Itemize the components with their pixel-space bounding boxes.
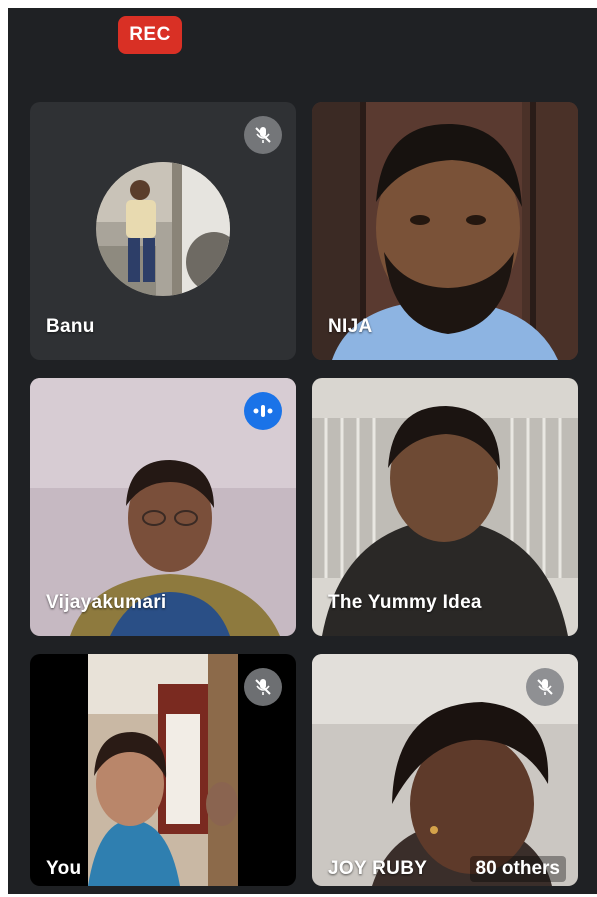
mic-off-icon <box>244 668 282 706</box>
participant-name: NIJA <box>328 316 373 337</box>
top-bar: REC <box>8 8 597 78</box>
participant-name: The Yummy Idea <box>328 592 482 613</box>
participant-tile-banu[interactable]: Banu <box>30 102 296 360</box>
participant-tile-you[interactable]: You <box>30 654 296 886</box>
participant-tile-the-yummy-idea[interactable]: The Yummy Idea <box>312 378 578 636</box>
mic-off-icon <box>244 116 282 154</box>
participant-name: You <box>46 858 82 879</box>
participant-name: Vijayakumari <box>46 592 167 613</box>
recording-badge: REC <box>118 16 182 54</box>
participant-name: Banu <box>46 316 95 337</box>
mic-off-icon <box>526 668 564 706</box>
participant-name: JOY RUBY <box>328 858 428 879</box>
audio-level-icon <box>244 392 282 430</box>
participant-tile-nija[interactable]: NIJA <box>312 102 578 360</box>
avatar-photo <box>96 162 230 296</box>
others-count[interactable]: 80 others <box>469 856 566 882</box>
avatar <box>96 162 230 296</box>
participant-tile-vijayakumari[interactable]: Vijayakumari <box>30 378 296 636</box>
meeting-window: REC Banu NIJA Vijayakumari The Yummy Ide… <box>8 8 597 894</box>
video-feed <box>88 654 238 886</box>
participant-tile-joy-ruby[interactable]: JOY RUBY 80 others <box>312 654 578 886</box>
